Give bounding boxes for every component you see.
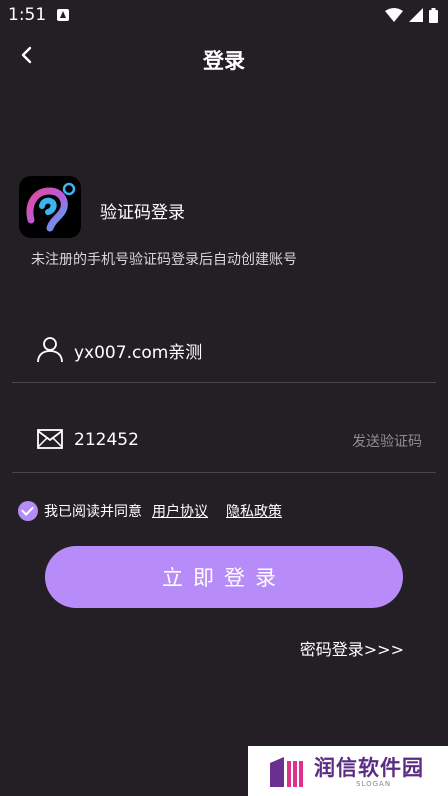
- watermark-logo-icon: [270, 757, 303, 787]
- wifi-icon: [385, 8, 403, 22]
- app-logo: [19, 176, 81, 238]
- agreement-checkbox[interactable]: [18, 501, 38, 521]
- status-icons: [385, 7, 438, 23]
- battery-icon: [429, 7, 438, 23]
- watermark: 润信软件园 SLOGAN: [248, 746, 448, 796]
- password-login-link[interactable]: 密码登录>>>: [300, 636, 404, 660]
- agreement-text: 我已阅读并同意: [44, 504, 142, 520]
- verification-code-input[interactable]: [74, 420, 324, 460]
- login-submit-button[interactable]: 立即登录: [45, 546, 403, 608]
- app-bar: 登录: [0, 36, 448, 84]
- user-icon: [37, 337, 63, 363]
- status-bar: 1:51: [0, 0, 448, 32]
- login-subtitle: 未注册的手机号验证码登录后自动创建账号: [31, 252, 297, 268]
- app-logo-icon: [26, 182, 76, 232]
- page-title: 登录: [203, 49, 245, 73]
- phone-input[interactable]: [74, 330, 324, 370]
- signal-icon: [409, 8, 423, 22]
- notification-icon: [57, 9, 69, 21]
- login-heading: 验证码登录: [100, 203, 185, 223]
- envelope-icon: [37, 429, 63, 449]
- watermark-text: 润信软件园: [314, 756, 424, 780]
- watermark-slogan: SLOGAN: [356, 780, 392, 788]
- status-time: 1:51: [8, 5, 47, 25]
- agreement-row: 我已阅读并同意 用户协议 隐私政策: [18, 500, 282, 522]
- user-agreement-link[interactable]: 用户协议: [152, 501, 208, 521]
- phone-field-row: [12, 322, 436, 383]
- privacy-policy-link[interactable]: 隐私政策: [226, 501, 282, 521]
- code-field-row: 发送验证码: [12, 412, 436, 473]
- send-code-button[interactable]: 发送验证码: [352, 431, 422, 451]
